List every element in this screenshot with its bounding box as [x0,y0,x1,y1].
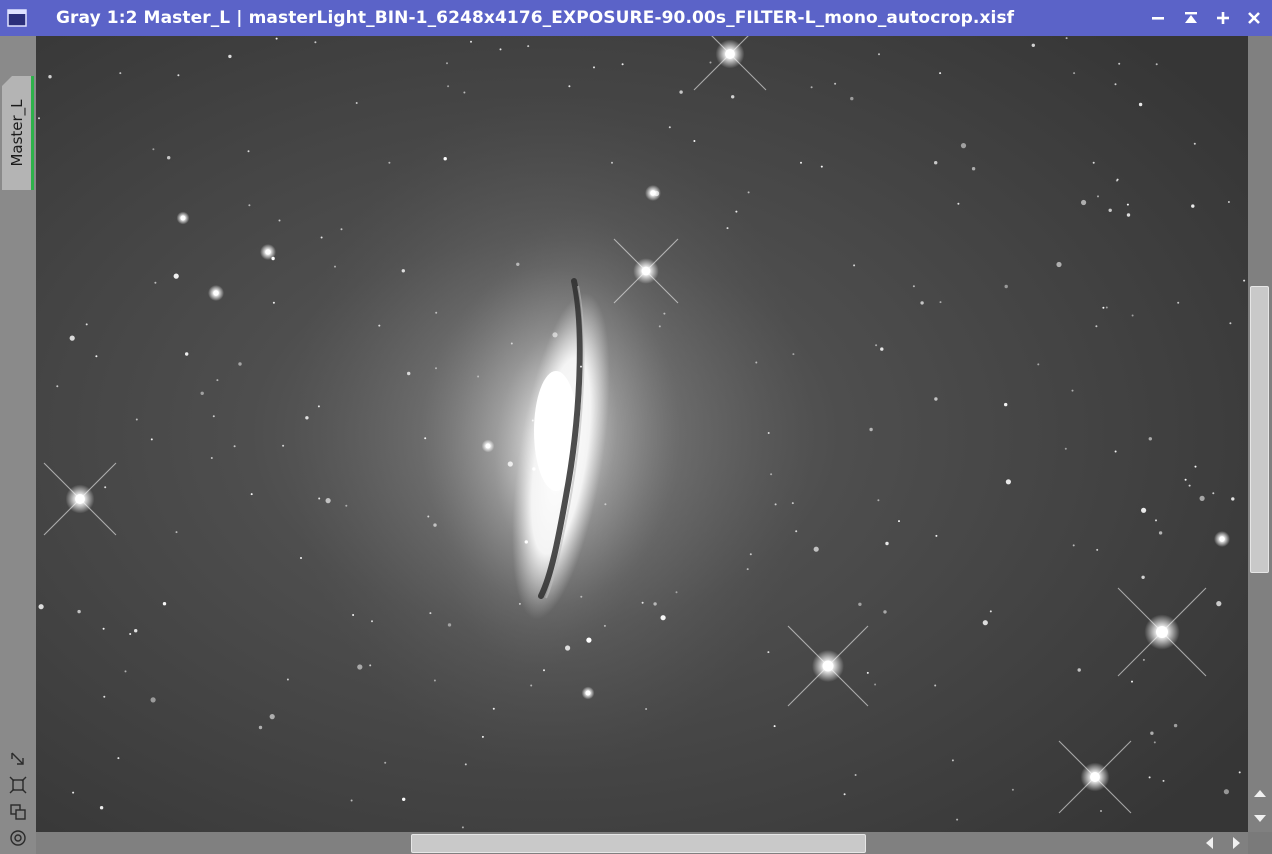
maximize-icon [1217,12,1229,24]
minimize-button[interactable] [1147,7,1169,29]
close-icon [1248,12,1260,24]
image-viewport[interactable] [36,36,1248,832]
view-side-panel: Master_L [0,36,36,854]
clone-icon[interactable] [9,803,27,821]
scroll-down-icon[interactable] [1252,810,1268,826]
scroll-right-icon[interactable] [1228,835,1244,851]
maximize-button[interactable] [1212,7,1234,29]
close-button[interactable] [1243,7,1265,29]
shade-icon [1185,12,1197,23]
view-tab-label: Master_L [7,99,26,167]
window-icon[interactable] [7,8,27,28]
scroll-left-icon[interactable] [1202,835,1218,851]
target-icon[interactable] [9,829,27,847]
window-title: Gray 1:2 Master_L | masterLight_BIN-1_62… [56,8,1015,28]
title-bar[interactable]: Gray 1:2 Master_L | masterLight_BIN-1_62… [0,0,1272,36]
horizontal-scroll-thumb[interactable] [411,834,866,853]
minimize-icon [1152,17,1164,20]
sombrero-galaxy-image [36,36,1248,832]
view-tab-master-l[interactable]: Master_L [2,76,34,190]
fit-view-icon[interactable] [9,750,27,768]
shade-button[interactable] [1180,7,1202,29]
zoom-fit-icon[interactable] [9,776,27,794]
vertical-scroll-thumb[interactable] [1250,286,1269,573]
scroll-up-icon[interactable] [1252,786,1268,802]
